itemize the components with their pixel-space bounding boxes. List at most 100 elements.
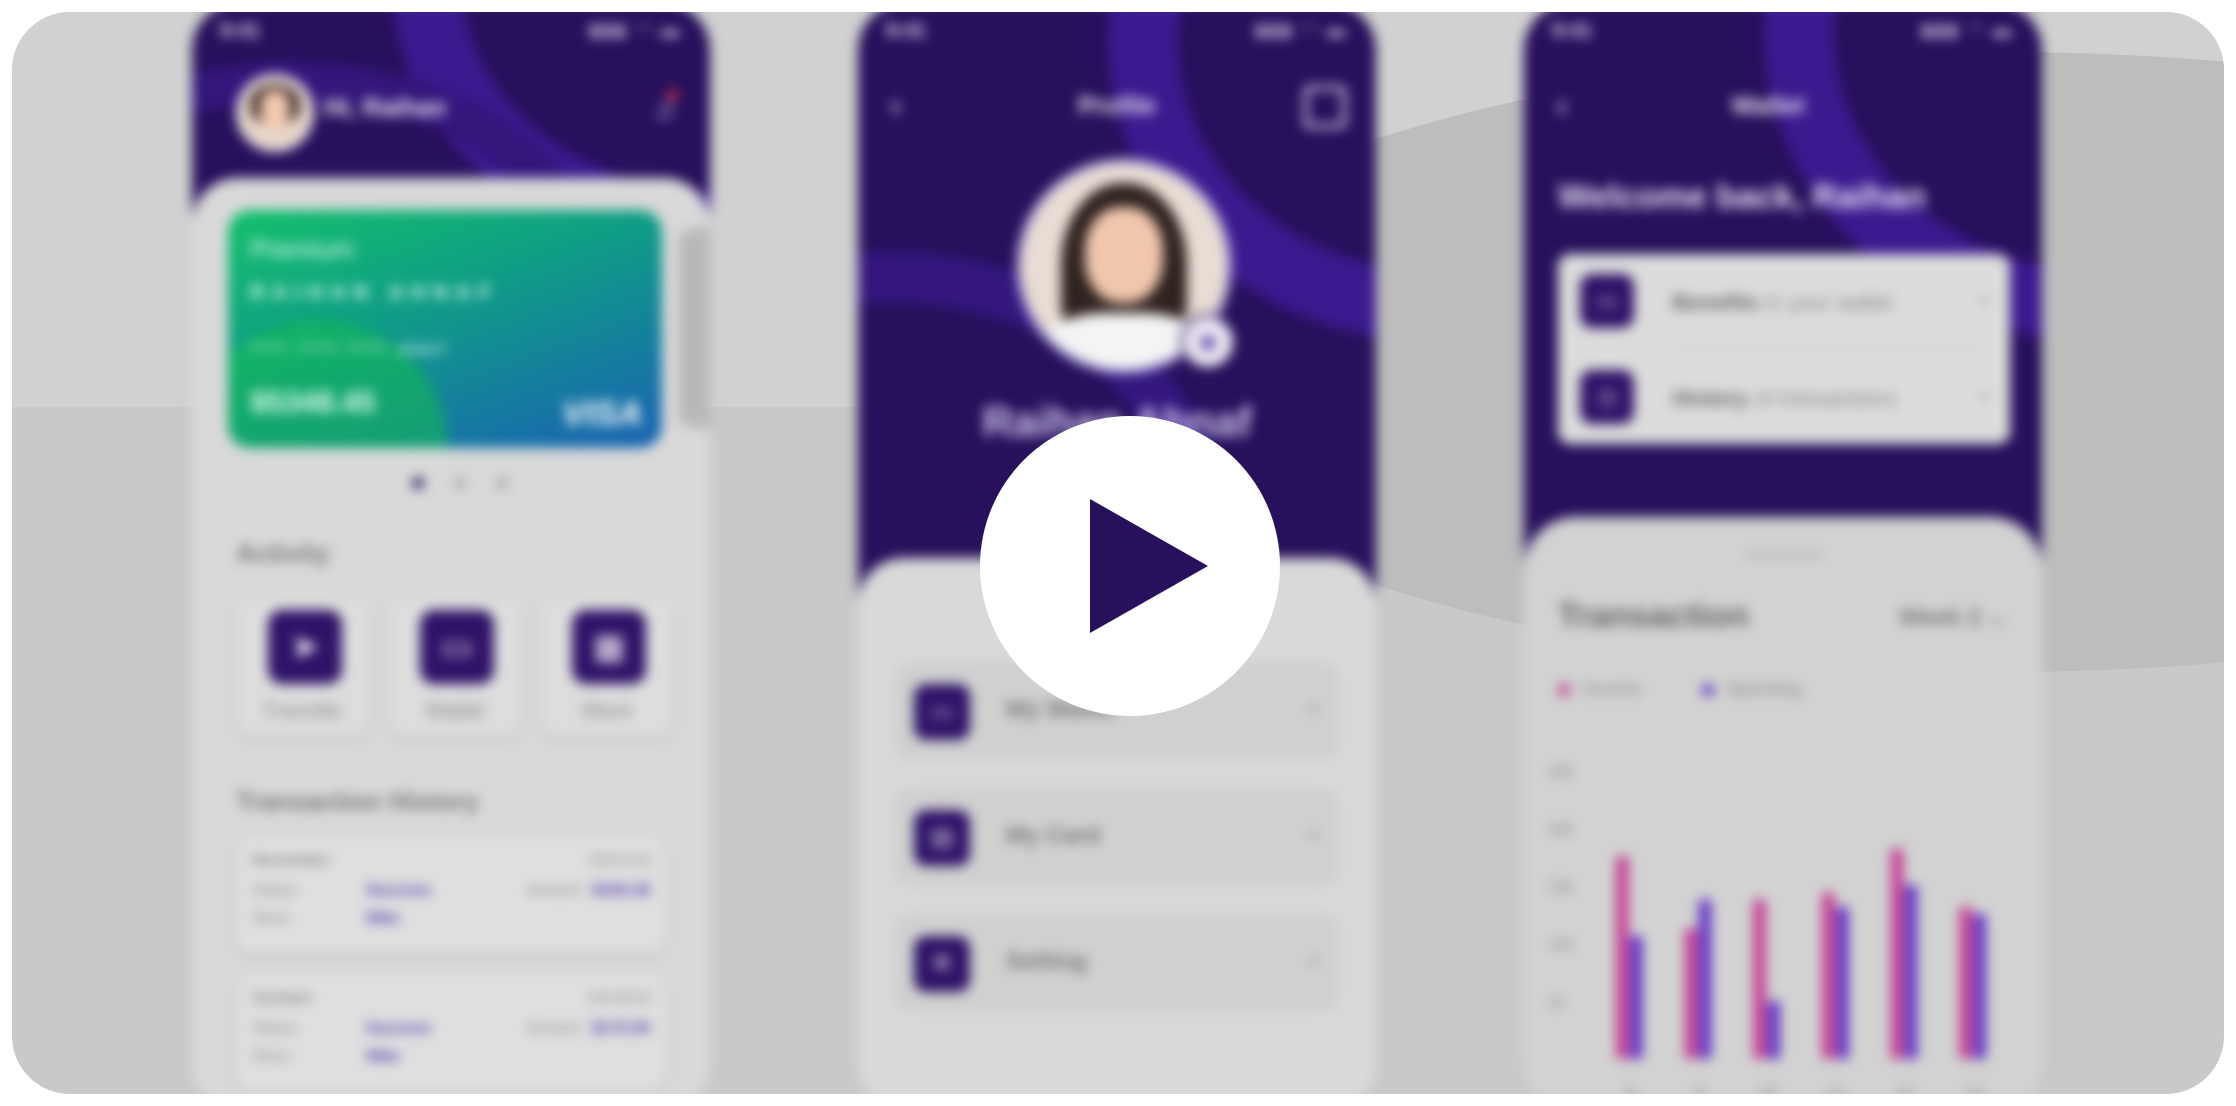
photo-face (1085, 207, 1163, 303)
y-tick-label: 20k (1548, 879, 1575, 896)
status-bar: 9:41 ▮▮▮ ◠ ▬ (1552, 20, 2014, 42)
y-tick-label: 1k (1548, 994, 1566, 1011)
bar-income (1685, 928, 1697, 1059)
tx-amount: $155.28 (592, 882, 650, 899)
card-number: **** **** **** 4567 (250, 342, 450, 359)
bar-spending (1630, 935, 1643, 1059)
bar-spending (1767, 1001, 1780, 1059)
page-title: Profile (1078, 92, 1156, 120)
tx-amount-label: Amount (526, 1020, 582, 1037)
more-tile[interactable]: ▦ More (540, 596, 674, 736)
tx-store: Nike (366, 1048, 400, 1065)
chevron-right-icon: › (1309, 944, 1318, 974)
next-card-peek[interactable] (678, 228, 710, 428)
wallet-icon: ▭ (420, 610, 494, 684)
transfer-tile[interactable]: ➤ Transfer (236, 596, 370, 736)
status-icons: ▮▮▮ ◠ ▬ (1921, 20, 2014, 40)
row-text: History of transactions (1672, 386, 1897, 412)
transaction-card[interactable]: October 02/10/19 Status Success Amount $… (236, 974, 666, 1092)
bar-spending (1905, 885, 1917, 1059)
bar-income (1891, 848, 1903, 1059)
card-balance: $5348.45 (250, 386, 376, 419)
tile-label: Wallet (424, 698, 486, 723)
card-icon: ▤ (914, 810, 970, 866)
chevron-down-icon: ⌄ (1987, 604, 2008, 631)
welcome-text: Welcome back, Raihan (1558, 178, 1926, 216)
wallet-icon: ▭ (1580, 274, 1634, 328)
chevron-right-icon: › (1309, 818, 1318, 848)
wallet-links-card: ▭ Benefits in your wallet › ◷ History of… (1558, 254, 2010, 444)
qr-code-icon[interactable] (1304, 86, 1346, 128)
page-title: Wallet (1731, 92, 1805, 120)
phone-home-screen: 9:41 ▮▮▮ ◠ ▬ Hi, Raihan ♫ Premium RAIHAN… (192, 12, 710, 1094)
activity-title: Activity (236, 538, 330, 568)
tx-store-label: Store (252, 1048, 291, 1065)
menu-label: Setting (1006, 948, 1088, 975)
week-selector[interactable]: Week 2 ⌄ (1899, 603, 2008, 632)
tx-status: Success (366, 1020, 431, 1037)
legend-income: Income (1558, 679, 1641, 700)
tx-amount-label: Amount (526, 882, 582, 899)
menu-item-my-card[interactable]: ▤ My Card › (894, 788, 1340, 886)
tile-label: More (581, 698, 633, 723)
x-tick-label: 13 (1964, 1083, 1984, 1094)
status-time: 9:41 (220, 20, 261, 42)
greeting: Hi, Raihan (324, 94, 447, 122)
menu-item-setting[interactable]: ✲ Setting › (894, 914, 1340, 1012)
avatar-face (260, 90, 290, 128)
status-time: 9:41 (886, 20, 927, 42)
gear-icon: ✲ (914, 936, 970, 992)
x-tick-label: 10 (1758, 1083, 1778, 1094)
bar-income (1753, 899, 1766, 1059)
tx-date: 20/11/19 (588, 852, 650, 869)
carousel-dot-active[interactable] (412, 477, 424, 489)
transaction-title: Transaction (1558, 597, 1749, 635)
avatar[interactable] (236, 74, 314, 152)
tx-store: Nike (366, 910, 400, 927)
y-tick-label: 40k (1548, 764, 1575, 781)
card-holder: RAIHAN AHNAF (250, 282, 499, 304)
bar-income (1616, 856, 1629, 1059)
bar-spending (1836, 906, 1849, 1059)
send-icon: ➤ (268, 610, 342, 684)
benefits-row[interactable]: ▭ Benefits in your wallet › (1558, 254, 2010, 348)
card-pattern (228, 320, 448, 448)
tx-month: November (252, 852, 331, 869)
tx-amount: $172.50 (592, 1020, 650, 1037)
status-icons: ▮▮▮ ◠ ▬ (589, 20, 682, 40)
wallet-tile[interactable]: ▭ Wallet (388, 596, 522, 736)
carousel-dot[interactable] (454, 477, 466, 489)
transaction-card[interactable]: November 20/11/19 Status Success Amount … (236, 836, 666, 954)
y-tick-label: 10k (1548, 937, 1575, 954)
credit-card[interactable]: Premium RAIHAN AHNAF **** **** **** 4567… (228, 210, 662, 448)
legend-label: Spending (1726, 679, 1803, 699)
status-time: 9:41 (1552, 20, 1593, 42)
card-tier: Premium (250, 234, 355, 264)
transaction-sheet: Transaction Week 2 ⌄ Income Spending 40k… (1524, 517, 2042, 1094)
chevron-right-icon: › (1980, 286, 1988, 313)
tx-month: October (252, 990, 314, 1007)
x-tick-label: 8 (1625, 1083, 1635, 1094)
wallet-header: 9:41 ▮▮▮ ◠ ▬ ‹ Wallet Welcome back, Raih… (1524, 12, 2042, 582)
history-row[interactable]: ◷ History of transactions › (1558, 350, 2010, 444)
play-button[interactable] (980, 416, 1280, 716)
wallet-icon: ▭ (914, 684, 970, 740)
chevron-right-icon: › (1980, 382, 1988, 409)
row-bold: Benefits (1672, 290, 1759, 315)
y-tick-label: 30k (1548, 822, 1575, 839)
bar-spending (1699, 899, 1711, 1059)
bell-icon[interactable]: ♫ (654, 90, 678, 126)
x-tick-label: 9 (1694, 1083, 1704, 1094)
chart-legend: Income Spending (1558, 679, 1858, 700)
carousel-dots[interactable] (412, 476, 538, 494)
grid-icon: ▦ (572, 610, 646, 684)
tile-label: Transfer (262, 698, 344, 723)
sheet-handle[interactable] (1744, 551, 1824, 557)
tx-status-label: Status (252, 1020, 298, 1037)
week-label: Week 2 (1898, 604, 1982, 631)
carousel-dot[interactable] (496, 477, 508, 489)
phone-wallet-screen: 9:41 ▮▮▮ ◠ ▬ ‹ Wallet Welcome back, Raih… (1524, 12, 2042, 1094)
video-thumbnail[interactable]: 9:41 ▮▮▮ ◠ ▬ Hi, Raihan ♫ Premium RAIHAN… (12, 12, 2224, 1094)
row-rest: in your wallet (1758, 290, 1894, 315)
camera-icon[interactable]: ◙ (1180, 314, 1236, 370)
